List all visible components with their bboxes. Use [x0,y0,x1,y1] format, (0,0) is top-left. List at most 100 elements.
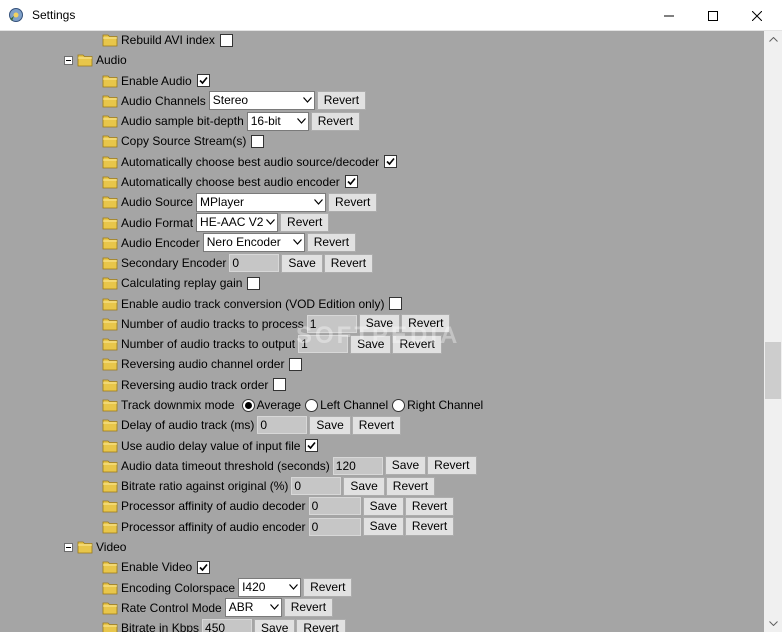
setting-checkbox[interactable] [219,33,233,47]
window-title: Settings [32,8,76,22]
setting-checkbox[interactable] [251,134,265,148]
minimize-button[interactable] [646,0,692,31]
setting-checkbox[interactable] [289,357,303,371]
setting-dropdown[interactable]: 16-bit [246,111,309,131]
radio-label[interactable]: Average [257,398,301,412]
minimize-icon [664,15,674,16]
setting-checkbox[interactable] [196,74,210,88]
save-button[interactable]: Save [254,618,296,632]
radio-label[interactable]: Left Channel [320,398,388,412]
setting-checkbox[interactable] [344,175,358,189]
revert-button[interactable]: Revert [351,415,402,435]
setting-dropdown[interactable]: ABR [224,598,282,618]
close-button[interactable] [734,0,780,31]
setting-dropdown[interactable]: MPlayer [196,192,327,212]
setting-label: Copy Source Stream(s) [121,134,247,149]
maximize-button[interactable] [690,0,736,31]
collapse-toggle[interactable] [64,55,73,65]
folder-icon [102,196,118,209]
scroll-down-button[interactable] [764,615,782,632]
revert-button[interactable]: Revert [404,496,455,516]
radio-button[interactable] [241,398,255,412]
revert-button[interactable]: Revert [310,111,361,131]
radio-button[interactable] [305,398,319,412]
setting-checkbox[interactable] [305,439,319,453]
setting-input[interactable]: 0 [291,477,342,496]
chevron-down-icon [296,117,306,124]
setting-label: Rebuild AVI index [121,33,215,47]
revert-button[interactable]: Revert [296,618,346,632]
dropdown-value: Stereo [212,93,249,108]
save-button[interactable]: Save [343,476,385,496]
revert-button[interactable]: Revert [404,517,455,537]
collapse-toggle[interactable] [64,542,73,552]
folder-icon [102,440,118,452]
checkmark-icon [386,158,395,166]
save-button[interactable]: Save [362,496,404,516]
revert-button[interactable]: Revert [316,91,367,111]
save-button[interactable]: Save [362,517,404,537]
radio-button[interactable] [392,398,406,412]
setting-dropdown[interactable]: Nero Encoder [202,233,305,253]
checkmark-icon [199,563,208,571]
save-button[interactable]: Save [384,456,427,476]
setting-dropdown[interactable]: HE-AAC V2 [196,213,279,233]
scroll-thumb[interactable] [765,342,781,399]
folder-icon [102,419,118,432]
chevron-up-icon [768,37,778,42]
checkmark-icon [199,77,208,85]
revert-button[interactable]: Revert [280,213,330,233]
setting-checkbox[interactable] [247,276,261,290]
tree-item: Automatically choose best audio source/d… [102,152,398,172]
folder-icon [102,622,118,632]
settings-tree: Rebuild AVI index Audio Enable Audio Audio … [0,31,764,632]
tree-item: Track downmix mode Average Left Channel Rig… [102,395,483,415]
tree-item: Rate Control Mode ABR Revert [102,598,334,618]
save-button[interactable]: Save [281,253,323,273]
setting-dropdown[interactable]: Stereo [208,91,315,111]
setting-label: Automatically choose best audio encoder [121,174,340,189]
folder-icon [102,359,118,371]
folder-icon [102,95,118,108]
setting-input[interactable]: 120 [332,456,383,475]
tree-item: Copy Source Stream(s) [102,131,265,151]
revert-button[interactable]: Revert [306,233,357,253]
setting-input[interactable]: 450 [202,619,253,632]
save-button[interactable]: Save [309,415,351,435]
app-icon [9,8,23,22]
setting-label: Reversing audio track order [121,377,269,392]
setting-checkbox[interactable] [197,560,211,574]
chevron-down-icon [266,219,275,225]
folder-icon [102,582,118,594]
revert-button[interactable]: Revert [385,476,436,496]
chevron-down-icon [314,198,323,205]
setting-checkbox[interactable] [384,155,398,169]
setting-input[interactable]: 0 [308,497,361,516]
revert-button[interactable]: Revert [283,598,334,618]
tree-item: Processor affinity of audio decoder 0 Save… [102,496,455,516]
setting-label: Processor affinity of audio encoder [121,519,306,534]
tree-item: Audio Format HE-AAC V2 Revert [102,213,330,233]
radio-label[interactable]: Right Channel [407,398,483,412]
revert-button[interactable]: Revert [427,456,477,476]
watermark: SOFTPEDIA [296,322,461,349]
scroll-up-button[interactable] [764,31,782,48]
chevron-down-icon [768,621,778,626]
tree-item: Audio Source MPlayer Revert [102,192,378,212]
revert-button[interactable]: Revert [303,578,353,598]
tree-item: Audio sample bit-depth 16-bit Revert [102,111,361,131]
setting-checkbox[interactable] [389,297,403,311]
folder-icon [102,135,118,148]
revert-button[interactable]: Revert [323,253,374,273]
setting-checkbox[interactable] [273,378,287,392]
setting-input[interactable]: 0 [308,517,361,536]
tree-group: Video [64,537,129,557]
setting-label: Enable audio track conversion (VOD Editi… [121,296,385,311]
revert-button[interactable]: Revert [328,192,378,212]
vertical-scrollbar[interactable] [764,31,782,632]
tree-item: Audio data timeout threshold (seconds) 12… [102,456,478,476]
setting-dropdown[interactable]: I420 [238,578,302,598]
setting-input[interactable]: 0 [229,254,280,273]
setting-label: Reversing audio channel order [121,357,285,372]
setting-input[interactable]: 0 [257,416,308,435]
